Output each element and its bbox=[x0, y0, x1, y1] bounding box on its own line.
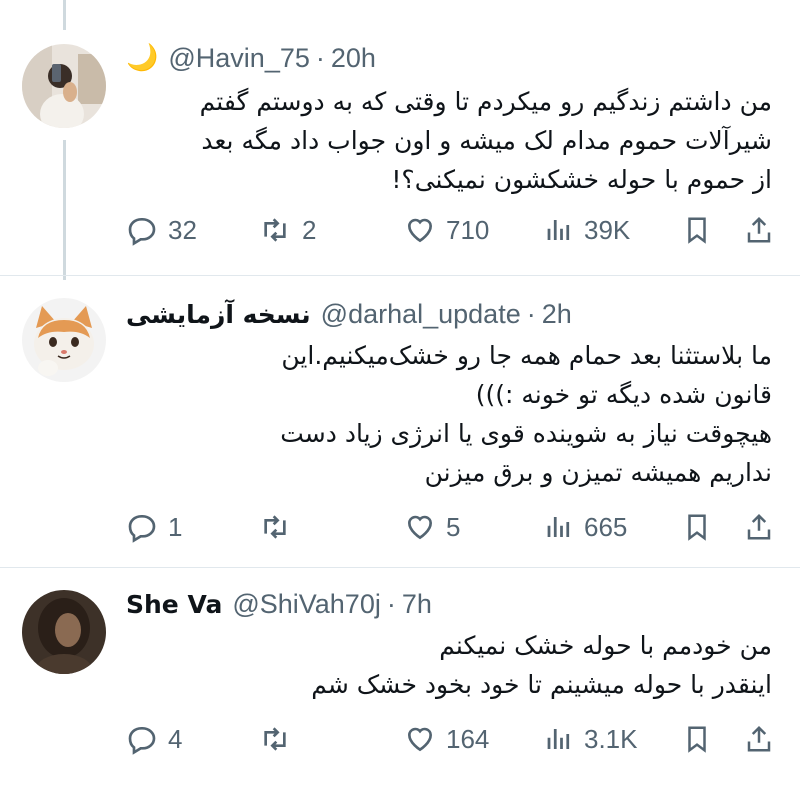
tweet-header: She Va @ShiVah70j · 7h bbox=[126, 584, 432, 624]
retweet-icon bbox=[264, 727, 286, 751]
tweet-text-line: ما بلاستثنا بعد حمام همه جا رو خشک‌میکنی… bbox=[281, 341, 772, 370]
share-icon bbox=[747, 216, 771, 243]
tweet-text: من داشتم زندگیم رو میکردم تا وقتی که به … bbox=[200, 82, 772, 199]
reply-icon bbox=[128, 218, 156, 246]
like-button[interactable]: 164 bbox=[404, 719, 489, 759]
reply-button[interactable]: 1 bbox=[126, 507, 182, 547]
reply-count: 1 bbox=[168, 511, 183, 542]
like-button[interactable]: 5 bbox=[404, 507, 460, 547]
views-button[interactable]: 3.1K bbox=[544, 719, 638, 759]
reply-count: 4 bbox=[168, 723, 183, 754]
reply-count: 32 bbox=[168, 214, 197, 245]
thread-line bbox=[63, 140, 66, 280]
tweet-header: نسخه آزمایشی @darhal_update · 2h bbox=[126, 294, 572, 334]
views-button[interactable]: 665 bbox=[544, 507, 627, 547]
share-icon bbox=[747, 513, 771, 540]
bookmark-icon bbox=[688, 726, 706, 753]
timestamp[interactable]: 7h bbox=[402, 589, 432, 620]
separator: · bbox=[386, 588, 396, 619]
heart-icon bbox=[407, 218, 433, 243]
tweet-text-line: من داشتم زندگیم رو میکردم تا وقتی که به … bbox=[199, 87, 772, 116]
views-count: 39K bbox=[584, 214, 631, 245]
user-handle[interactable]: @ShiVah70j bbox=[232, 589, 381, 620]
bookmark-button[interactable] bbox=[682, 507, 712, 547]
action-bar: 1 5 665 bbox=[126, 507, 786, 547]
retweet-button[interactable] bbox=[258, 719, 302, 759]
like-count: 5 bbox=[446, 511, 461, 542]
views-icon bbox=[547, 729, 570, 749]
retweet-button[interactable]: 2 bbox=[258, 210, 316, 250]
share-button[interactable] bbox=[744, 719, 774, 759]
tweet-header: 🌙 @Havin_75 · 20h bbox=[126, 38, 376, 78]
action-bar: 32 2 710 39K bbox=[126, 210, 786, 250]
avatar-cat bbox=[22, 298, 106, 382]
action-bar: 4 164 3.1K bbox=[126, 719, 786, 759]
bookmark-icon bbox=[688, 217, 706, 244]
user-handle[interactable]: @darhal_update bbox=[321, 299, 521, 330]
views-icon bbox=[547, 220, 570, 240]
display-name[interactable]: نسخه آزمایشی bbox=[126, 300, 311, 329]
avatar[interactable] bbox=[22, 590, 106, 674]
avatar[interactable] bbox=[22, 44, 106, 128]
avatar-photo bbox=[22, 590, 106, 674]
reply-icon bbox=[128, 727, 156, 755]
divider bbox=[0, 275, 800, 276]
views-icon bbox=[547, 517, 570, 537]
retweet-icon bbox=[264, 218, 286, 242]
user-handle[interactable]: @Havin_75 bbox=[168, 43, 310, 74]
views-count: 665 bbox=[584, 511, 628, 542]
tweet-text-line: اینقدر با حوله میشینم تا خود بخود خشک شم bbox=[311, 670, 772, 699]
share-button[interactable] bbox=[744, 507, 774, 547]
reply-icon bbox=[128, 515, 156, 543]
tweet-text-line: از حموم با حوله خشکشون نمیکنی؟! bbox=[391, 165, 772, 194]
heart-icon bbox=[407, 515, 433, 540]
heart-icon bbox=[407, 727, 433, 752]
tweet-text-line: شیرآلات حموم مدام لک میشه و اون جواب داد… bbox=[201, 126, 772, 155]
bookmark-button[interactable] bbox=[682, 210, 712, 250]
tweet-text-line: هیچوقت نیاز به شوینده قوی یا انرژی زیاد … bbox=[280, 419, 772, 448]
share-icon bbox=[747, 725, 771, 752]
retweet-count: 2 bbox=[302, 214, 317, 245]
tweet-text: من خودمم با حوله خشک نمیکنم اینقدر با حو… bbox=[311, 626, 772, 704]
tweet-text-line: قانون شده دیگه تو خونه :))) bbox=[475, 380, 772, 409]
tweet-text: ما بلاستثنا بعد حمام همه جا رو خشک‌میکنی… bbox=[280, 336, 772, 492]
reply-button[interactable]: 4 bbox=[126, 719, 182, 759]
retweet-icon bbox=[264, 515, 286, 539]
like-count: 710 bbox=[446, 214, 490, 245]
share-button[interactable] bbox=[744, 210, 774, 250]
avatar-photo bbox=[22, 44, 106, 128]
views-count: 3.1K bbox=[584, 723, 638, 754]
separator: · bbox=[315, 42, 325, 73]
timestamp[interactable]: 2h bbox=[542, 299, 572, 330]
reply-button[interactable]: 32 bbox=[126, 210, 197, 250]
display-name[interactable]: She Va bbox=[126, 590, 222, 619]
bookmark-icon bbox=[688, 514, 706, 541]
separator: · bbox=[526, 298, 536, 329]
bookmark-button[interactable] bbox=[682, 719, 712, 759]
thread-line bbox=[63, 0, 66, 30]
timestamp[interactable]: 20h bbox=[331, 43, 376, 74]
like-count: 164 bbox=[446, 723, 490, 754]
moon-emoji: 🌙 bbox=[126, 43, 159, 73]
like-button[interactable]: 710 bbox=[404, 210, 489, 250]
views-button[interactable]: 39K bbox=[544, 210, 630, 250]
tweet-text-line: من خودمم با حوله خشک نمیکنم bbox=[439, 631, 772, 660]
retweet-button[interactable] bbox=[258, 507, 302, 547]
divider bbox=[0, 567, 800, 568]
avatar[interactable] bbox=[22, 298, 106, 382]
tweet-text-line: نداریم همیشه تمیزن و برق میزنن bbox=[424, 458, 772, 487]
